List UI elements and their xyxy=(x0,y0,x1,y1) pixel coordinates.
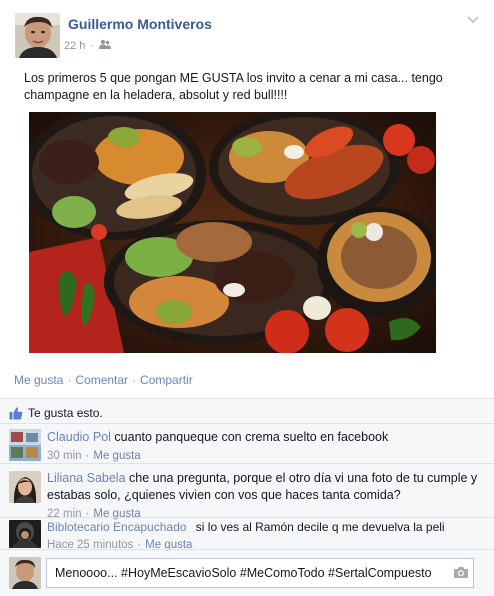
post-meta: 22 h · xyxy=(64,39,112,52)
post-timestamp[interactable]: 22 h xyxy=(64,40,85,52)
action-separator: · xyxy=(132,373,137,387)
commenter-name[interactable]: Claudio Pol xyxy=(47,430,111,444)
post-author-name[interactable]: Guillermo Montiveros xyxy=(68,16,212,32)
commenter-avatar[interactable] xyxy=(9,520,41,548)
likes-text[interactable]: Te gusta esto. xyxy=(28,406,103,420)
share-button[interactable]: Compartir xyxy=(140,373,193,387)
comment-item: Biblotecario Encapuchado si lo ves al Ra… xyxy=(0,517,494,551)
comment-text: cuanto panqueque con crema suelto en fac… xyxy=(114,430,389,444)
chevron-down-icon[interactable] xyxy=(466,14,480,24)
post-actions: Me gusta · Comentar · Compartir xyxy=(14,373,193,387)
commenter-name[interactable]: Biblotecario Encapuchado xyxy=(47,520,186,534)
comment-item: Claudio Pol cuanto panqueque con crema s… xyxy=(0,423,494,463)
current-user-avatar xyxy=(9,557,41,589)
post-text: Los primeros 5 que pongan ME GUSTA los i… xyxy=(24,71,443,102)
feed-post: Guillermo Montiveros 22 h · Los primeros… xyxy=(0,0,494,596)
commenter-name[interactable]: Liliana Sabela xyxy=(47,471,126,485)
comments-section: Te gusta esto. Claudio Pol cuanto panque… xyxy=(0,398,494,596)
commenter-avatar[interactable] xyxy=(9,429,41,461)
comment-text: si lo ves al Ramón decile q me devuelva … xyxy=(195,520,445,534)
author-avatar[interactable] xyxy=(15,13,60,58)
likes-summary: Te gusta esto. xyxy=(9,406,103,420)
meta-separator: · xyxy=(90,39,95,52)
comment-input[interactable] xyxy=(46,558,474,588)
camera-icon[interactable] xyxy=(453,566,469,579)
comment-item: Liliana Sabela che una pregunta, porque … xyxy=(0,463,494,520)
thumbs-up-icon xyxy=(9,406,23,420)
comment-body: Biblotecario Encapuchado si lo ves al Ra… xyxy=(47,519,487,553)
action-separator: · xyxy=(67,373,72,387)
commenter-avatar[interactable] xyxy=(9,471,41,503)
friends-icon[interactable] xyxy=(99,39,112,52)
like-button[interactable]: Me gusta xyxy=(14,373,63,387)
comment-button[interactable]: Comentar xyxy=(75,373,128,387)
comment-body: Liliana Sabela che una pregunta, porque … xyxy=(47,470,487,523)
comment-composer xyxy=(0,549,494,596)
post-photo[interactable] xyxy=(29,112,436,353)
comment-body: Claudio Pol cuanto panqueque con crema s… xyxy=(47,429,487,465)
